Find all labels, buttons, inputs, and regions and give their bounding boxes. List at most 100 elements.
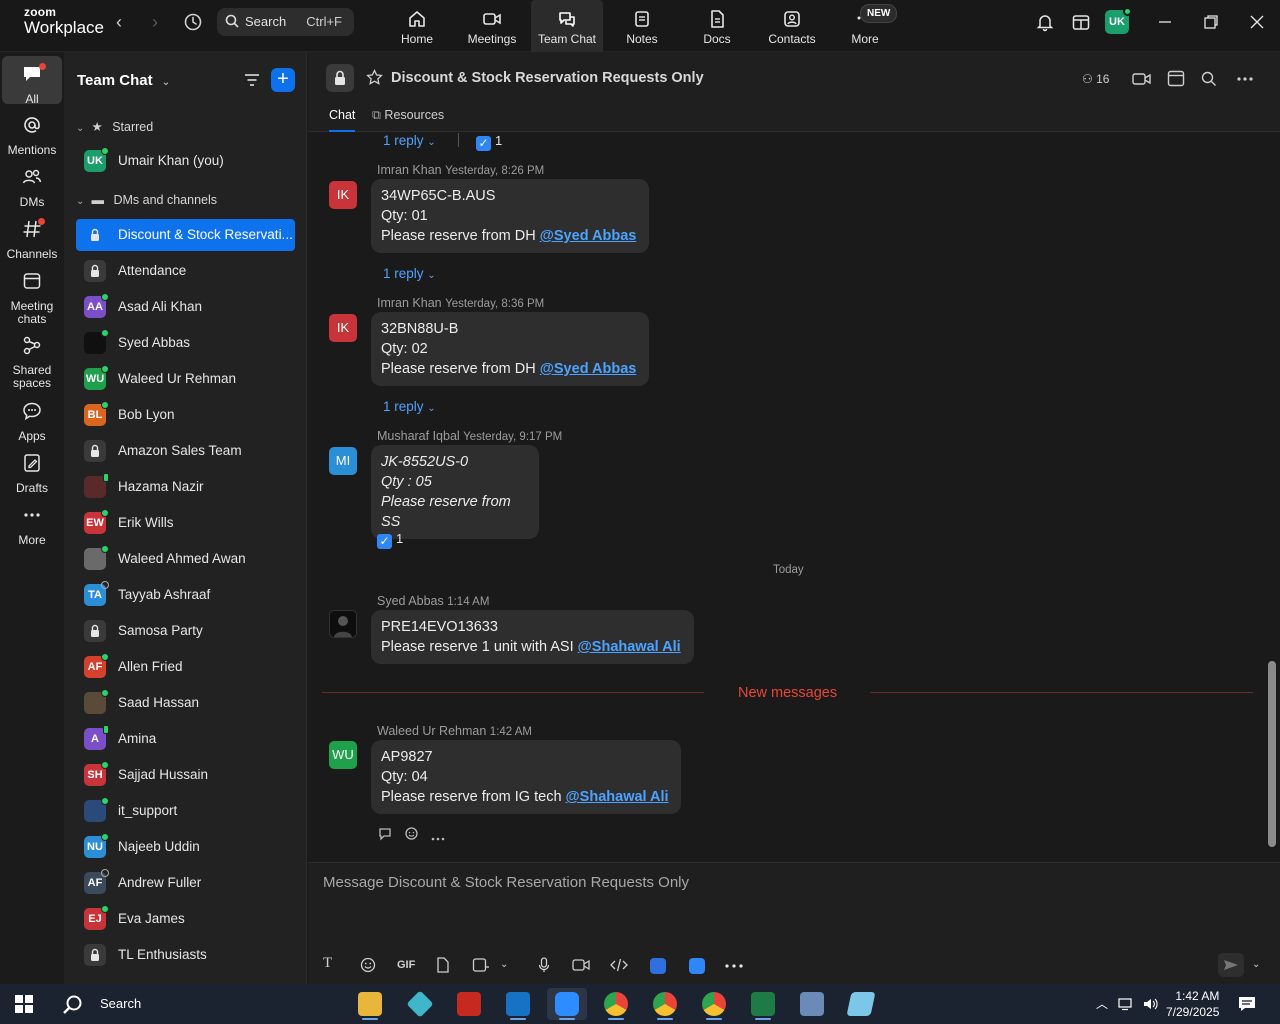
message-author[interactable]: Waleed Ur Rehman: [377, 724, 486, 738]
message-author[interactable]: Syed Abbas: [377, 594, 444, 608]
sidebar-item-dm[interactable]: EW Erik Wills: [76, 507, 295, 539]
rail-more[interactable]: More: [2, 504, 62, 547]
replies-link[interactable]: 1 reply ⌄: [383, 133, 436, 148]
rail-channels[interactable]: Channels: [2, 218, 62, 261]
filter-icon[interactable]: [244, 72, 260, 88]
message-list[interactable]: 1 reply ⌄ ✓ 1 IK Imran Khan Yesterday, 8:…: [308, 133, 1268, 861]
search-icon[interactable]: [62, 994, 84, 1016]
sidebar-item-dm[interactable]: EJ Eva James: [76, 903, 295, 935]
video-message-icon[interactable]: [572, 957, 590, 973]
video-call-icon[interactable]: [1132, 71, 1152, 87]
avatar[interactable]: MI: [329, 447, 357, 475]
close-icon[interactable]: [1247, 12, 1267, 32]
tab-chat[interactable]: Chat: [329, 108, 356, 132]
sidebar-item-dm[interactable]: TA Tayyab Ashraaf: [76, 579, 295, 611]
chevron-up-icon[interactable]: ︿: [1096, 995, 1108, 1012]
tab-home[interactable]: Home: [381, 0, 453, 52]
app-integration-icon[interactable]: [650, 958, 666, 974]
sidebar-item-dm[interactable]: Syed Abbas: [76, 327, 295, 359]
chrome-profile-icon[interactable]: [645, 988, 685, 1020]
reaction-checkmark[interactable]: ✓ 1: [377, 531, 403, 549]
sidebar-item-channel[interactable]: Discount & Stock Reservati...: [76, 219, 295, 251]
avatar[interactable]: IK: [329, 181, 357, 209]
volume-icon[interactable]: [1142, 996, 1158, 1012]
tab-meetings[interactable]: Meetings: [456, 0, 528, 52]
tab-notes[interactable]: Notes: [606, 0, 678, 52]
search-icon[interactable]: [1201, 71, 1217, 87]
message-bubble[interactable]: 34WP65C-B.AUS Qty: 01 Please reserve fro…: [371, 179, 649, 253]
forward-arrow-icon[interactable]: ›: [152, 12, 158, 33]
tab-team-chat[interactable]: Team Chat: [531, 0, 603, 52]
message-bubble[interactable]: JK-8552US-0 Qty : 05 Please reserve from…: [371, 445, 539, 539]
sidebar-item-channel[interactable]: Amazon Sales Team: [76, 435, 295, 467]
message-author[interactable]: Musharaf Iqbal: [377, 429, 460, 443]
tab-contacts[interactable]: Contacts: [756, 0, 828, 52]
sidebar-item-channel[interactable]: TL Enthusiasts: [76, 939, 295, 971]
notification-center-icon[interactable]: [1238, 995, 1256, 1013]
sidebar-item-channel[interactable]: Attendance: [76, 255, 295, 287]
chrome-icon[interactable]: [596, 988, 636, 1020]
tab-docs[interactable]: Docs: [681, 0, 753, 52]
sidebar-item-channel[interactable]: Samosa Party: [76, 615, 295, 647]
more-dots-icon[interactable]: [1237, 76, 1253, 82]
windows-start-icon[interactable]: [15, 995, 33, 1013]
app-diamond-icon[interactable]: [400, 988, 440, 1020]
section-starred[interactable]: ⌄ ★ Starred: [76, 119, 153, 134]
zoom-app-icon[interactable]: [547, 988, 587, 1020]
sidebar-item-dm[interactable]: Waleed Ahmed Awan: [76, 543, 295, 575]
avatar[interactable]: WU: [329, 741, 357, 769]
channel-title[interactable]: Discount & Stock Reservation Requests On…: [391, 70, 704, 86]
avatar[interactable]: IK: [329, 314, 357, 342]
outlook-icon[interactable]: [498, 988, 538, 1020]
section-dms-channels[interactable]: ⌄ ▬ DMs and channels: [76, 193, 217, 207]
reaction-checkmark[interactable]: ✓ 1: [476, 133, 502, 151]
sidebar-item-dm[interactable]: SH Sajjad Hussain: [76, 759, 295, 791]
message-author[interactable]: Imran Khan: [377, 296, 442, 310]
rail-apps[interactable]: Apps: [2, 400, 62, 443]
avatar-photo[interactable]: [329, 610, 357, 638]
mention-link[interactable]: @Syed Abbas: [540, 228, 637, 244]
rail-meeting-chats[interactable]: Meeting chats: [2, 270, 62, 326]
message-input[interactable]: Message Discount & Stock Reservation Req…: [323, 874, 689, 891]
members-button[interactable]: ⚇ 16: [1082, 72, 1109, 86]
excel-icon[interactable]: [743, 988, 783, 1020]
sidebar-title[interactable]: Team Chat ⌄: [77, 72, 170, 89]
file-icon[interactable]: [436, 957, 450, 973]
chevron-down-icon[interactable]: ⌄: [500, 959, 508, 970]
calendar-icon[interactable]: [1167, 69, 1185, 87]
message-bubble[interactable]: 32BN88U-B Qty: 02 Please reserve from DH…: [371, 312, 649, 386]
search-input[interactable]: Search Ctrl+F: [217, 8, 354, 36]
reply-thread-icon[interactable]: [378, 827, 394, 841]
message-bubble[interactable]: AP9827 Qty: 04 Please reserve from IG te…: [371, 740, 681, 814]
sidebar-item-dm[interactable]: AF Andrew Fuller: [76, 867, 295, 899]
zoom-docs-icon[interactable]: [689, 958, 705, 974]
taskbar-search-label[interactable]: Search: [100, 996, 141, 1011]
rail-mentions[interactable]: Mentions: [2, 114, 62, 157]
chrome-profile-icon[interactable]: [694, 988, 734, 1020]
rail-shared-spaces[interactable]: Shared spaces: [2, 334, 62, 390]
text-format-icon[interactable]: T: [323, 955, 332, 972]
sidebar-item-dm[interactable]: WU Waleed Ur Rehman: [76, 363, 295, 395]
back-arrow-icon[interactable]: ‹: [116, 12, 122, 33]
user-avatar[interactable]: UK: [1105, 7, 1132, 34]
calculator-icon[interactable]: [792, 988, 832, 1020]
history-icon[interactable]: [182, 11, 204, 33]
sidebar-item-dm[interactable]: NU Najeeb Uddin: [76, 831, 295, 863]
mention-link[interactable]: @Syed Abbas: [540, 361, 637, 377]
rail-all[interactable]: All: [2, 56, 62, 106]
gif-button[interactable]: GIF: [397, 959, 415, 971]
emoji-icon[interactable]: [360, 957, 376, 973]
sidebar-item-dm[interactable]: Hazama Nazir: [76, 471, 295, 503]
emoji-add-icon[interactable]: [404, 825, 420, 841]
calendar-icon[interactable]: [1071, 12, 1091, 32]
notepad-icon[interactable]: [841, 988, 881, 1020]
starred-item-umair-khan[interactable]: UK Umair Khan (you): [76, 145, 295, 177]
restore-icon[interactable]: [1201, 12, 1221, 32]
message-author[interactable]: Imran Khan: [377, 163, 442, 177]
sidebar-item-dm[interactable]: it_support: [76, 795, 295, 827]
mention-link[interactable]: @Shahawal Ali: [578, 639, 681, 655]
replies-link[interactable]: 1 reply ⌄: [383, 399, 436, 414]
more-dots-icon[interactable]: [431, 837, 445, 841]
send-button[interactable]: [1218, 953, 1244, 977]
screenshot-icon[interactable]: [472, 957, 490, 973]
